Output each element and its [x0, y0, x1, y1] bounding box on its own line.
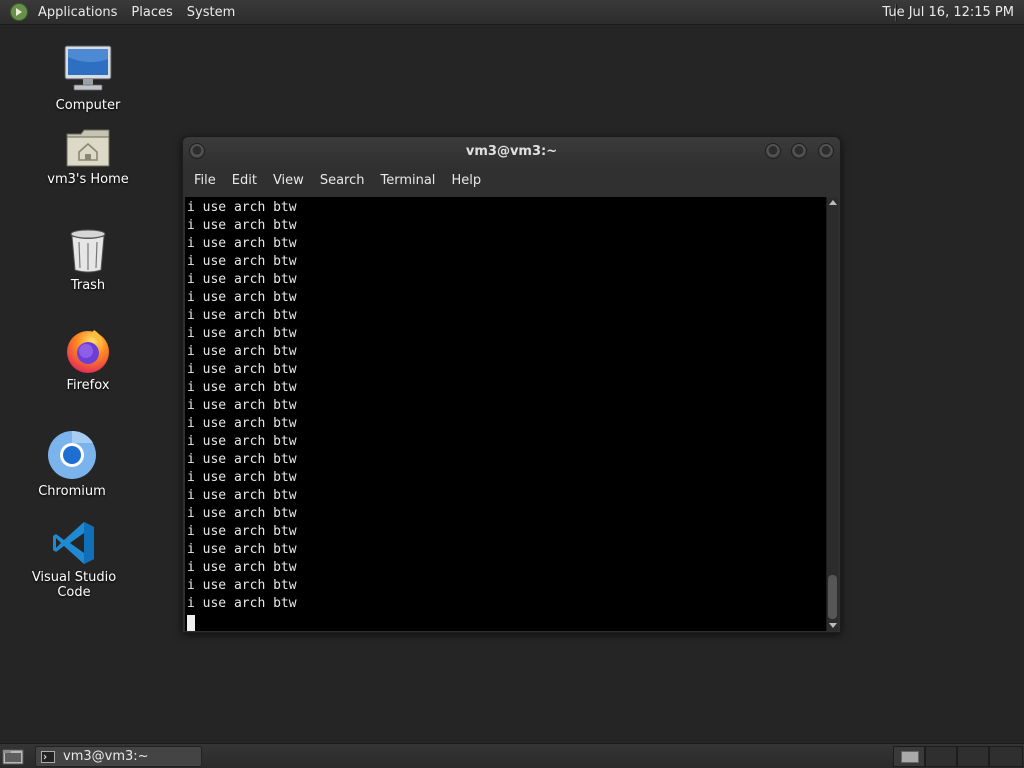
- top-panel: Applications Places System Tue Jul 16, 1…: [0, 0, 1024, 25]
- distro-logo-icon[interactable]: [9, 2, 29, 22]
- menu-view[interactable]: View: [265, 167, 312, 195]
- terminal-scrollbar[interactable]: [826, 197, 838, 631]
- firefox-icon: [67, 330, 109, 373]
- menu-edit[interactable]: Edit: [224, 167, 265, 195]
- terminal-line: i use arch btw: [187, 308, 297, 323]
- menu-terminal[interactable]: Terminal: [372, 167, 443, 195]
- terminal-window[interactable]: vm3@vm3:~ File Edit View Search Terminal…: [182, 136, 841, 633]
- system-menu[interactable]: System: [180, 0, 242, 25]
- desktop-icon-computer[interactable]: Computer: [28, 44, 148, 113]
- terminal-line: i use arch btw: [187, 236, 297, 251]
- desktop-icon-label: Chromium: [38, 484, 106, 499]
- scrollbar-thumb[interactable]: [828, 575, 837, 619]
- desktop-icon-home[interactable]: vm3's Home: [28, 128, 148, 187]
- window-title: vm3@vm3:~: [465, 144, 558, 159]
- terminal-line: i use arch btw: [187, 272, 297, 287]
- terminal-line: i use arch btw: [187, 362, 297, 377]
- workspace-window-preview: [901, 751, 919, 763]
- taskbar-button-label: vm3@vm3:~: [63, 749, 149, 764]
- bottom-panel: vm3@vm3:~: [0, 743, 1024, 768]
- desktop-icon-vscode[interactable]: Visual Studio Code: [14, 520, 134, 600]
- terminal-line: i use arch btw: [187, 596, 297, 611]
- places-menu[interactable]: Places: [124, 0, 179, 25]
- terminal-line: i use arch btw: [187, 524, 297, 539]
- close-button[interactable]: [818, 143, 834, 159]
- desktop-icon-label: Trash: [70, 278, 106, 293]
- desktop-icon-trash[interactable]: Trash: [28, 228, 148, 293]
- workspace-4[interactable]: [989, 746, 1023, 767]
- desktop-icon-label: Firefox: [66, 378, 110, 393]
- terminal-line: i use arch btw: [187, 254, 297, 269]
- terminal-line: i use arch btw: [187, 452, 297, 467]
- home-folder-icon: [66, 129, 110, 167]
- applications-menu[interactable]: Applications: [31, 0, 124, 25]
- terminal-line: i use arch btw: [187, 326, 297, 341]
- panel-menu: Applications Places System: [31, 0, 242, 24]
- terminal-line: i use arch btw: [187, 218, 297, 233]
- chromium-icon: [48, 430, 96, 479]
- terminal-cursor: [187, 615, 195, 631]
- terminal-output[interactable]: i use arch btw i use arch btw i use arch b…: [185, 197, 828, 631]
- terminal-line: i use arch btw: [187, 200, 297, 215]
- terminal-line: i use arch btw: [187, 398, 297, 413]
- terminal-line: i use arch btw: [187, 578, 297, 593]
- desktop-icon-label: Visual Studio Code: [31, 570, 117, 600]
- computer-icon: [64, 45, 112, 91]
- terminal-line: i use arch btw: [187, 416, 297, 431]
- taskbar-button-terminal[interactable]: vm3@vm3:~: [35, 746, 202, 767]
- menu-help[interactable]: Help: [443, 167, 489, 195]
- terminal-line: i use arch btw: [187, 380, 297, 395]
- window-titlebar[interactable]: vm3@vm3:~: [183, 137, 840, 167]
- workspace-3[interactable]: [957, 746, 989, 767]
- scroll-up-arrow-icon[interactable]: [829, 200, 837, 205]
- vscode-icon: [53, 522, 94, 564]
- desktop-icon-firefox[interactable]: Firefox: [28, 326, 148, 393]
- menu-search[interactable]: Search: [312, 167, 373, 195]
- terminal-icon: [41, 750, 55, 763]
- terminal-menubar: File Edit View Search Terminal Help: [183, 167, 840, 195]
- terminal-line: i use arch btw: [187, 344, 297, 359]
- desktop-icon-chromium[interactable]: Chromium: [12, 430, 132, 499]
- desktop-icon-label: vm3's Home: [47, 172, 129, 187]
- terminal-line: i use arch btw: [187, 290, 297, 305]
- menu-file[interactable]: File: [186, 167, 224, 195]
- desktop-icon-label: Computer: [55, 98, 121, 113]
- terminal-line: i use arch btw: [187, 488, 297, 503]
- scroll-down-arrow-icon[interactable]: [829, 623, 837, 628]
- workspace-1[interactable]: [893, 746, 925, 767]
- terminal-line: i use arch btw: [187, 506, 297, 521]
- minimize-button[interactable]: [765, 143, 781, 159]
- show-desktop-icon[interactable]: [2, 748, 24, 765]
- terminal-line: i use arch btw: [187, 560, 297, 575]
- terminal-line: i use arch btw: [187, 470, 297, 485]
- maximize-button[interactable]: [791, 143, 807, 159]
- terminal-line: i use arch btw: [187, 542, 297, 557]
- workspace-2[interactable]: [925, 746, 957, 767]
- trash-icon: [70, 229, 106, 273]
- clock[interactable]: Tue Jul 16, 12:15 PM: [876, 0, 1020, 25]
- terminal-line: i use arch btw: [187, 434, 297, 449]
